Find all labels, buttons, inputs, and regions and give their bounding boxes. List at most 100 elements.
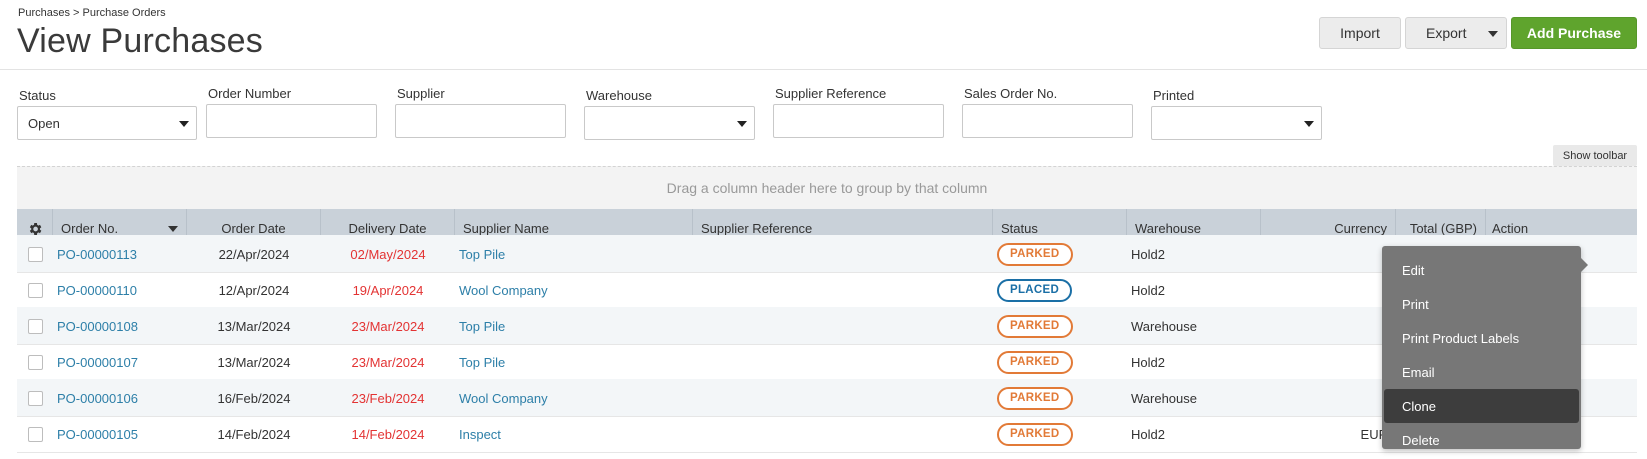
currency-cell xyxy=(1261,307,1388,345)
warehouse-cell: Hold2 xyxy=(1131,426,1165,442)
warehouse-cell: Hold2 xyxy=(1131,246,1165,262)
currency-cell xyxy=(1261,343,1388,381)
printed-select[interactable] xyxy=(1151,106,1322,140)
status-select[interactable]: Open xyxy=(17,106,197,140)
page-title: View Purchases xyxy=(17,22,263,60)
supplier-link[interactable]: Top Pile xyxy=(459,247,505,262)
status-cell: PLACED xyxy=(997,271,1073,309)
row-checkbox[interactable] xyxy=(27,354,43,370)
export-button[interactable]: Export xyxy=(1405,17,1507,49)
row-select-cell xyxy=(17,271,53,309)
warehouse-select[interactable] xyxy=(584,106,755,140)
menu-item-print[interactable]: Print xyxy=(1382,287,1581,321)
status-badge: PARKED xyxy=(997,350,1073,374)
currency-cell: EUR xyxy=(1360,426,1388,442)
warehouse-cell: Warehouse xyxy=(1131,390,1197,406)
column-label: Total (GBP) xyxy=(1409,221,1477,236)
supplier-link[interactable]: Wool Company xyxy=(459,391,548,406)
order-no-cell: PO-00000107 xyxy=(57,343,138,381)
row-checkbox[interactable] xyxy=(27,426,43,442)
filter-order-number: Order Number xyxy=(206,86,377,138)
warehouse-cell: Hold2 xyxy=(1131,282,1165,298)
group-by-panel[interactable]: Drag a column header here to group by th… xyxy=(17,166,1637,209)
filter-printed: Printed xyxy=(1151,88,1322,140)
row-select-cell xyxy=(17,343,53,381)
row-checkbox[interactable] xyxy=(27,318,43,334)
order-no-cell: PO-00000106 xyxy=(57,379,138,417)
supplier-link[interactable]: Top Pile xyxy=(459,319,505,334)
supplier-name-cell: Wool Company xyxy=(459,379,548,417)
row-checkbox[interactable] xyxy=(27,282,43,298)
filter-status: Status Open xyxy=(17,88,197,140)
supplier-link[interactable]: Inspect xyxy=(459,427,501,442)
row-select-cell xyxy=(17,415,53,453)
sales-order-no-input[interactable] xyxy=(962,104,1133,138)
order-no-link[interactable]: PO-00000110 xyxy=(57,283,137,298)
column-label: Status xyxy=(1001,221,1038,236)
order-date-cell: 16/Feb/2024 xyxy=(217,390,291,406)
row-checkbox[interactable] xyxy=(27,390,43,406)
currency-cell xyxy=(1261,271,1388,309)
order-no-cell: PO-00000108 xyxy=(57,307,138,345)
status-cell: PARKED xyxy=(997,415,1073,453)
order-no-link[interactable]: PO-00000105 xyxy=(57,427,138,442)
chevron-down-icon xyxy=(1304,121,1314,127)
column-label: Order Date xyxy=(221,221,286,236)
sort-down-icon xyxy=(168,226,178,232)
delivery-date-cell: 23/Mar/2024 xyxy=(351,354,425,370)
column-label: Order No. xyxy=(61,221,119,236)
delivery-date-cell: 19/Apr/2024 xyxy=(352,282,424,298)
order-date-cell: 14/Feb/2024 xyxy=(217,426,291,442)
order-no-cell: PO-00000110 xyxy=(57,271,137,309)
group-by-hint: Drag a column header here to group by th… xyxy=(666,180,988,196)
row-select-cell xyxy=(17,235,53,273)
supplier-name-cell: Top Pile xyxy=(459,343,505,381)
chevron-down-icon xyxy=(1488,31,1498,37)
filter-label: Order Number xyxy=(208,86,292,101)
status-cell: PARKED xyxy=(997,307,1073,345)
row-select-cell xyxy=(17,379,53,417)
add-purchase-button[interactable]: Add Purchase xyxy=(1511,17,1637,49)
supplier-reference-input[interactable] xyxy=(773,104,944,138)
filter-bar: Status Open Order Number Supplier Wareho… xyxy=(0,86,1647,148)
order-no-link[interactable]: PO-00000107 xyxy=(57,355,138,370)
delivery-date-cell: 23/Feb/2024 xyxy=(351,390,425,406)
status-badge: PLACED xyxy=(997,278,1073,302)
supplier-name-cell: Top Pile xyxy=(459,307,505,345)
menu-item-print-product-labels[interactable]: Print Product Labels xyxy=(1382,321,1581,355)
breadcrumb[interactable]: Purchases > Purchase Orders xyxy=(18,7,166,19)
menu-item-clone[interactable]: Clone xyxy=(1384,389,1579,423)
row-checkbox[interactable] xyxy=(27,246,43,262)
filter-supplier: Supplier xyxy=(395,86,566,138)
order-no-link[interactable]: PO-00000108 xyxy=(57,319,138,334)
order-date-cell: 12/Apr/2024 xyxy=(218,282,290,298)
delivery-date-cell: 02/May/2024 xyxy=(350,246,426,262)
order-number-input[interactable] xyxy=(206,104,377,138)
export-label: Export xyxy=(1426,25,1467,41)
delivery-date-cell: 14/Feb/2024 xyxy=(351,426,425,442)
filter-supplier-reference: Supplier Reference xyxy=(773,86,944,138)
supplier-name-cell: Wool Company xyxy=(459,271,548,309)
filter-label: Supplier xyxy=(397,86,445,101)
chevron-down-icon xyxy=(179,121,189,127)
column-label: Supplier Reference xyxy=(701,221,813,236)
order-no-link[interactable]: PO-00000106 xyxy=(57,391,138,406)
show-toolbar-button[interactable]: Show toolbar xyxy=(1553,145,1637,166)
menu-item-edit[interactable]: Edit xyxy=(1382,253,1581,287)
filter-sales-order-no: Sales Order No. xyxy=(962,86,1133,138)
supplier-link[interactable]: Wool Company xyxy=(459,283,548,298)
status-cell: PARKED xyxy=(997,343,1073,381)
column-label: Action xyxy=(1492,221,1529,236)
order-no-cell: PO-00000113 xyxy=(57,235,137,273)
menu-item-email[interactable]: Email xyxy=(1382,355,1581,389)
filter-label: Sales Order No. xyxy=(964,86,1058,101)
supplier-link[interactable]: Top Pile xyxy=(459,355,505,370)
order-no-link[interactable]: PO-00000113 xyxy=(57,247,137,262)
filter-label: Warehouse xyxy=(586,88,652,103)
status-badge: PARKED xyxy=(997,242,1073,266)
warehouse-cell: Warehouse xyxy=(1131,318,1197,334)
status-badge: PARKED xyxy=(997,422,1073,446)
menu-item-delete[interactable]: Delete xyxy=(1382,423,1581,457)
supplier-input[interactable] xyxy=(395,104,566,138)
import-button[interactable]: Import xyxy=(1319,17,1401,49)
